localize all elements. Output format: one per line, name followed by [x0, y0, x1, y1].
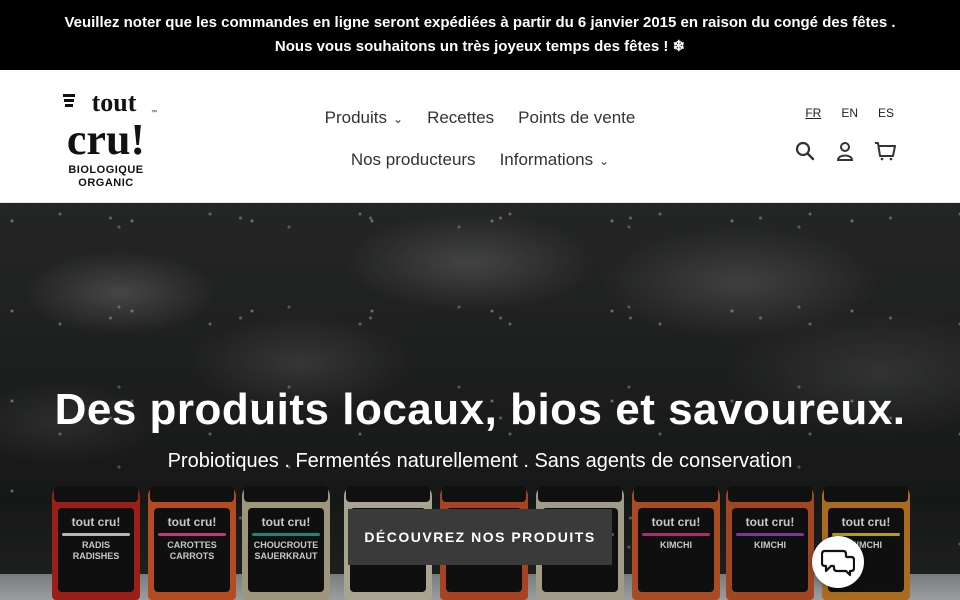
- announcement-bar: Veuillez noter que les commandes en lign…: [0, 0, 960, 70]
- chat-bubbles-icon: [821, 549, 855, 577]
- announcement-text: Veuillez noter que les commandes en lign…: [64, 14, 896, 55]
- logo-mark: tout cru! ™: [63, 88, 157, 164]
- nav-item-produits[interactable]: Produits ⌄: [325, 106, 403, 130]
- nav-item-label: Nos producteurs: [350, 150, 476, 169]
- nav-item-nos-producteurs[interactable]: Nos producteurs: [351, 148, 476, 172]
- svg-text:™: ™: [151, 109, 157, 116]
- hero-banner: tout cru! RADIS RADISHES tout cru! CAROTTES C…: [0, 203, 960, 600]
- account-icon[interactable]: [834, 140, 856, 162]
- lang-fr[interactable]: FR: [805, 106, 821, 120]
- logo-line-organic: ORGANIC: [78, 177, 134, 189]
- nav-item-label: Produits: [324, 108, 387, 127]
- site-logo[interactable]: tout cru! ™ BIOLOGIQUE ORGANIC: [54, 84, 158, 190]
- site-header: tout cru! ™ BIOLOGIQUE ORGANIC Produits …: [0, 70, 960, 203]
- hero-title: Des produits locaux, bios et savoureux.: [54, 385, 906, 434]
- cart-icon[interactable]: [874, 140, 896, 162]
- nav-item-points-de-vente[interactable]: Points de vente: [518, 106, 635, 130]
- nav-item-label: Points de vente: [518, 108, 636, 127]
- nav-item-recettes[interactable]: Recettes: [427, 106, 494, 130]
- main-nav: Produits ⌄ Recettes Points de vente Nos …: [300, 106, 660, 172]
- language-switcher: FR EN ES: [805, 106, 894, 120]
- lang-en[interactable]: EN: [841, 106, 858, 120]
- logo-line-biologique: BIOLOGIQUE: [68, 164, 144, 176]
- lang-es[interactable]: ES: [878, 106, 894, 120]
- logo-word-main: cru!: [67, 115, 145, 164]
- nav-item-label: Informations: [499, 150, 594, 169]
- chevron-down-icon: ⌄: [393, 112, 404, 126]
- nav-item-informations[interactable]: Informations ⌄: [500, 148, 610, 172]
- hero-subtitle: Probiotiques . Fermentés naturellement .…: [167, 450, 793, 472]
- search-icon[interactable]: [794, 140, 816, 162]
- discover-products-button[interactable]: DÉCOUVREZ NOS PRODUITS: [348, 509, 612, 565]
- logo-word-top: tout: [92, 88, 137, 117]
- nav-item-label: Recettes: [427, 108, 495, 127]
- header-icons: [794, 140, 896, 162]
- chat-widget-button[interactable]: [812, 536, 864, 588]
- chevron-down-icon: ⌄: [599, 154, 610, 168]
